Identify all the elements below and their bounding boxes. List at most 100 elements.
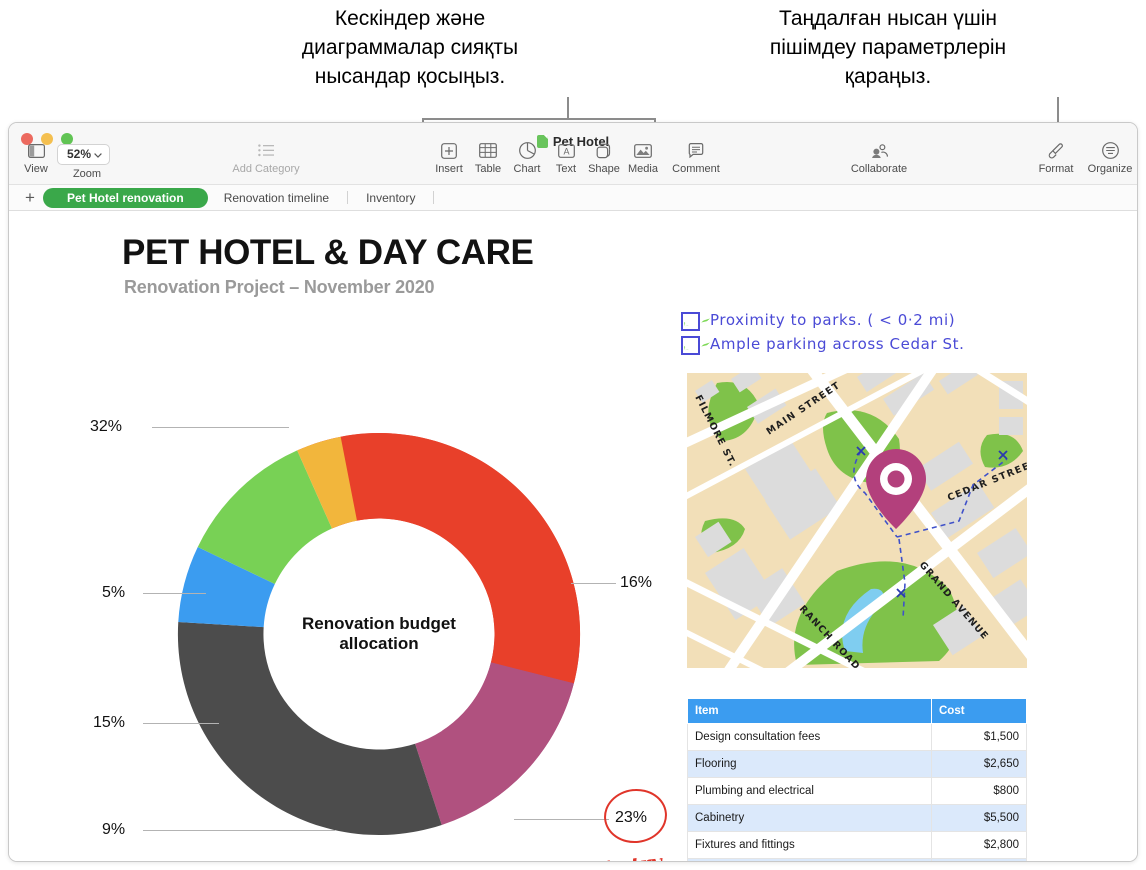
handwritten-checklist: Proximity to parks. ( < 0·2 mi) Ample pa… xyxy=(681,311,964,359)
red-circle-annotation xyxy=(601,785,670,847)
zoom-value: 52% xyxy=(67,147,92,161)
table-cell-cost[interactable]: $2,800 xyxy=(931,831,1027,859)
text-label: Text xyxy=(555,163,577,175)
add-category-label: Add Category xyxy=(232,163,300,175)
sheet-tab-bar: + Pet Hotel renovation Renovation timeli… xyxy=(9,185,1137,211)
media-button[interactable]: Media xyxy=(616,141,670,175)
callout-right-text: Таңдалған нысан үшін пішімдеу параметрле… xyxy=(769,7,1007,88)
table-cell-item[interactable]: Cabinetry xyxy=(687,804,932,832)
leader-16 xyxy=(571,583,616,584)
checkbox-checked-icon[interactable] xyxy=(681,336,700,355)
chart-pie-icon xyxy=(518,141,536,160)
donut-center-line2: allocation xyxy=(339,634,419,653)
donut-center-line1: Renovation budget xyxy=(302,614,456,633)
page-title: PET HOTEL & DAY CARE xyxy=(122,233,534,272)
insert-label: Insert xyxy=(435,163,463,175)
media-label: Media xyxy=(628,163,658,175)
callout-left-leader-vertical xyxy=(567,97,569,120)
app-window: Pet Hotel View 52% Zoom Add Category Ins… xyxy=(8,122,1138,862)
checklist-item-2-text: Ample parking across Cedar St. xyxy=(710,335,965,353)
organize-label: Organize xyxy=(1087,163,1133,175)
view-button[interactable]: View xyxy=(9,141,63,175)
table-row[interactable]: Flooring $2,650 xyxy=(687,750,1027,778)
leader-32 xyxy=(152,427,289,428)
sheet-tab-renovation-timeline[interactable]: Renovation timeline xyxy=(208,188,345,208)
organize-icon xyxy=(1101,141,1119,160)
media-photo-icon xyxy=(634,141,652,160)
chevron-down-icon xyxy=(94,147,102,161)
leader-9 xyxy=(143,830,335,831)
table-cell-item-labor[interactable]: Labor xyxy=(687,858,932,861)
donut-center-label: Renovation budget allocation xyxy=(279,614,479,654)
table-row[interactable]: Plumbing and electrical $800 xyxy=(687,777,1027,805)
checkbox-checked-icon[interactable] xyxy=(681,312,700,331)
view-label: View xyxy=(24,163,48,175)
format-brush-icon xyxy=(1047,141,1065,160)
table-row[interactable]: Design consultation fees $1,500 xyxy=(687,723,1027,751)
table-cell-item[interactable]: Fixtures and fittings xyxy=(687,831,932,859)
table-row[interactable]: Labor $4,000 xyxy=(687,858,1027,861)
percent-label-9: 9% xyxy=(102,821,126,838)
percent-label-32: 32% xyxy=(90,418,123,435)
table-row[interactable]: Fixtures and fittings $2,800 xyxy=(687,831,1027,859)
checklist-item-2[interactable]: Ample parking across Cedar St. xyxy=(681,335,964,355)
comment-button[interactable]: Comment xyxy=(665,141,727,175)
insert-plus-icon xyxy=(441,141,457,160)
budget-donut-chart[interactable]: Renovation budget allocation xyxy=(174,429,584,839)
checklist-item-1-text: Proximity to parks. ( < 0·2 mi) xyxy=(710,311,956,329)
segment-cabinetry xyxy=(340,433,581,684)
table-cell-cost[interactable]: $1,500 xyxy=(931,723,1027,751)
zoom-select[interactable]: 52% xyxy=(57,144,111,165)
add-sheet-button[interactable]: + xyxy=(17,189,43,206)
callout-annotations: Кескіндер және диаграммалар сияқты нысан… xyxy=(0,0,1146,147)
table-header-row: Item Cost xyxy=(687,698,1027,724)
table-label: Table xyxy=(474,163,502,175)
comment-label: Comment xyxy=(672,163,720,175)
map-svg: FILMORE ST. MAIN STREET CEDAR STREET RAN… xyxy=(687,373,1027,668)
checklist-item-1[interactable]: Proximity to parks. ( < 0·2 mi) xyxy=(681,311,964,331)
table-cell-cost[interactable]: $2,650 xyxy=(931,750,1027,778)
zoom-label: Zoom xyxy=(72,168,102,180)
svg-text:A: A xyxy=(563,146,569,156)
leader-15 xyxy=(143,723,219,724)
table-grid-icon xyxy=(479,141,497,160)
format-label: Format xyxy=(1038,163,1074,175)
table-cell-item[interactable]: Plumbing and electrical xyxy=(687,777,932,805)
chart-label: Chart xyxy=(513,163,541,175)
table-cell-item[interactable]: Flooring xyxy=(687,750,932,778)
sheet-tab-pet-hotel-renovation[interactable]: Pet Hotel renovation xyxy=(43,187,208,208)
callout-left-leader-horizontal xyxy=(422,118,655,120)
tab-separator xyxy=(347,191,349,204)
handwritten-note: Let's try to bring this down xyxy=(546,848,693,861)
tab-separator xyxy=(433,191,435,204)
callout-left-text: Кескіндер және диаграммалар сияқты нысан… xyxy=(301,7,519,88)
document-canvas: PET HOTEL & DAY CARE Renovation Project … xyxy=(9,211,1137,861)
list-bullets-icon xyxy=(257,141,275,160)
table-header-cost[interactable]: Cost xyxy=(931,698,1027,724)
collaborate-label: Collaborate xyxy=(850,163,908,175)
location-map-image[interactable]: FILMORE ST. MAIN STREET CEDAR STREET RAN… xyxy=(687,373,1027,668)
sidebar-view-icon xyxy=(27,141,45,160)
cost-table[interactable]: Item Cost Design consultation fees $1,50… xyxy=(687,698,1027,861)
organize-button[interactable]: Organize xyxy=(1081,141,1137,175)
table-cell-cost[interactable]: $5,500 xyxy=(931,804,1027,832)
handwritten-note-text: Let's try to bring this down xyxy=(566,850,677,861)
percent-label-16: 16% xyxy=(620,574,653,591)
page-subtitle: Renovation Project – November 2020 xyxy=(124,277,435,297)
table-cell-cost[interactable]: $800 xyxy=(931,777,1027,805)
percent-label-15: 15% xyxy=(93,714,126,731)
table-row[interactable]: Cabinetry $5,500 xyxy=(687,804,1027,832)
collaborate-button[interactable]: Collaborate xyxy=(839,141,919,175)
table-cell-item[interactable]: Design consultation fees xyxy=(687,723,932,751)
table-header-item[interactable]: Item xyxy=(687,698,932,724)
table-cell-cost[interactable]: $4,000 xyxy=(931,858,1027,861)
leader-23 xyxy=(514,819,609,820)
text-box-icon: A xyxy=(557,141,575,160)
window-titlebar: Pet Hotel View 52% Zoom Add Category Ins… xyxy=(9,123,1137,185)
add-category-button[interactable]: Add Category xyxy=(221,141,311,175)
sheet-tab-inventory[interactable]: Inventory xyxy=(350,188,431,208)
format-button[interactable]: Format xyxy=(1029,141,1083,175)
collaborate-people-icon xyxy=(870,141,889,160)
shape-icon xyxy=(596,141,613,160)
comment-bubble-icon xyxy=(688,141,704,160)
